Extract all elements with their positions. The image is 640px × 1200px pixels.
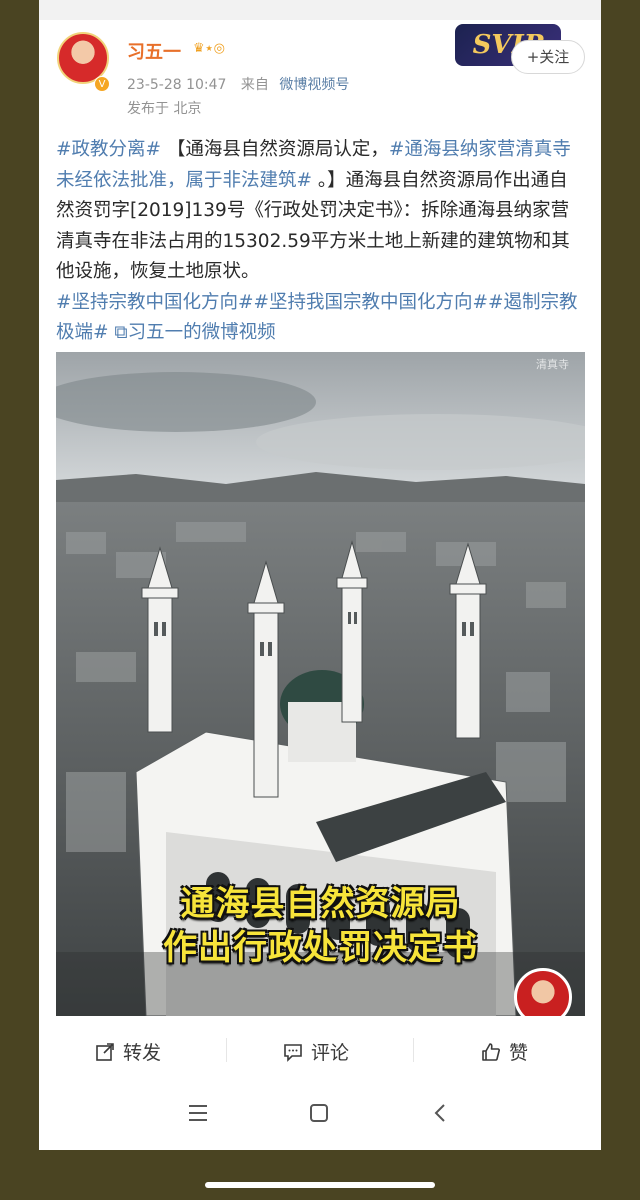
action-bar: 转发 评论 赞 [39,1016,601,1084]
source-prefix: 来自 [240,77,269,93]
like-button[interactable]: 赞 [481,1038,528,1065]
menu-icon[interactable] [187,1102,209,1124]
username[interactable]: 习五一 [127,38,181,64]
video-watermark: 清真寺 [536,358,569,371]
source-link[interactable]: 微博视频号 [279,77,349,93]
home-indicator[interactable] [205,1182,435,1188]
post-meta: 23-5-28 10:47 来自 微博视频号 [127,74,349,94]
repost-label: 转发 [123,1042,162,1064]
like-icon [482,1043,500,1061]
follow-button[interactable]: +关注 [511,40,585,74]
post-text: #政教分离# 【通海县自然资源局认定，#通海县纳家营清真寺未经依法批准，属于非法… [56,135,586,349]
back-icon[interactable] [430,1102,452,1124]
hashtag-link[interactable]: #政教分离# [56,139,161,160]
post-text-segment: 【通海县自然资源局认定， [161,139,389,160]
top-strip [39,0,601,20]
like-label: 赞 [509,1042,529,1064]
divider [413,1038,414,1062]
user-badges-icon: ♛⭑◎ [193,41,227,56]
divider [226,1038,227,1062]
home-icon[interactable] [308,1102,330,1124]
video-caption-line2: 作出行政处罚决定书 [163,928,478,968]
video-player[interactable]: 清真寺 通海县自然资源局 作出行政处罚决定书 [56,352,585,1016]
repost-icon [96,1043,114,1061]
post-timestamp: 23-5-28 10:47 [127,77,227,93]
comment-icon [284,1044,302,1062]
system-nav-bar [39,1084,601,1150]
video-caption-line1: 通海县自然资源局 [180,884,461,924]
repost-button[interactable]: 转发 [95,1038,161,1065]
comment-label: 评论 [311,1042,350,1064]
comment-button[interactable]: 评论 [283,1038,349,1065]
phone-screen: V 习五一 ♛⭑◎ 23-5-28 10:47 来自 微博视频号 发布于 北京 … [39,0,601,1150]
video-link[interactable]: ⧉习五一的微博视频 [109,322,275,343]
post-location: 发布于 北京 [127,101,202,117]
verified-badge-icon: V [94,76,110,92]
